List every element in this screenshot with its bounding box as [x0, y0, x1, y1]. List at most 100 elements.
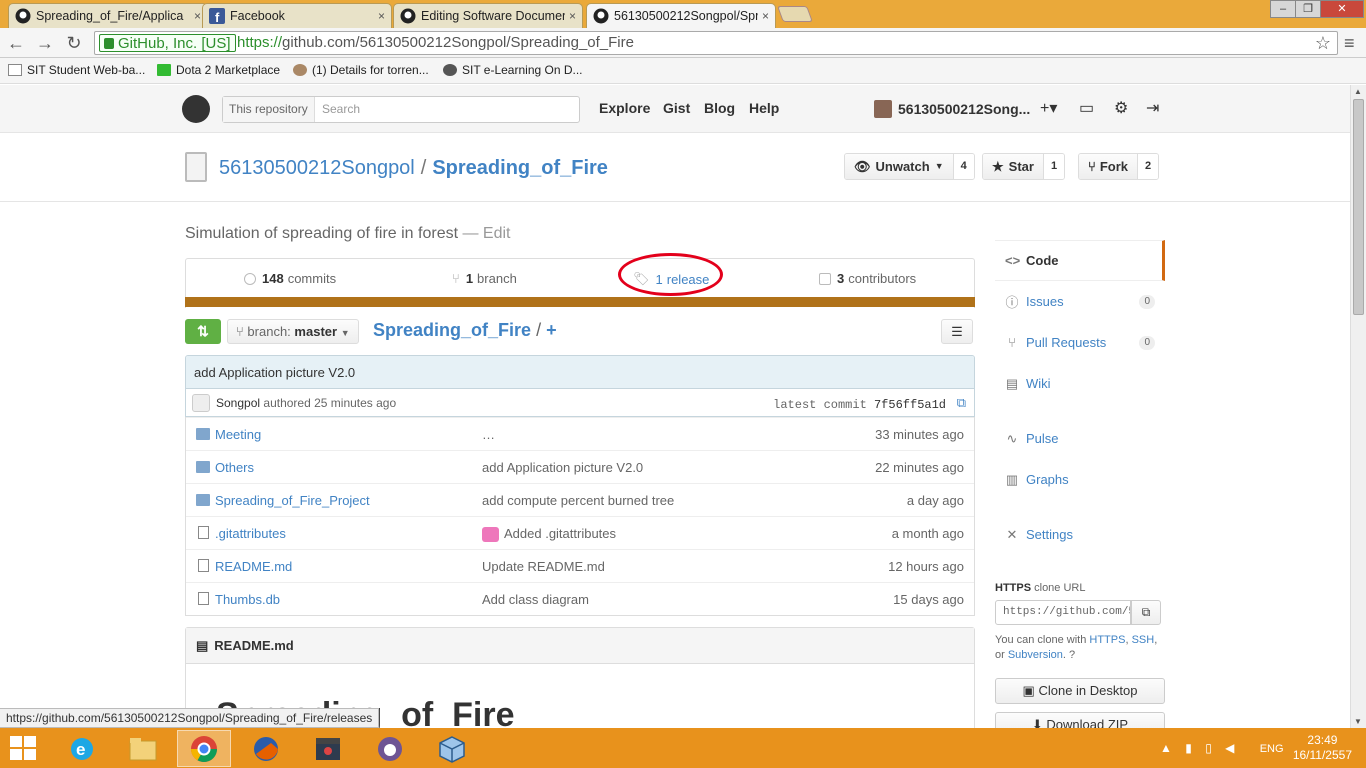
sidebar-item-settings[interactable]: ✕ Settings — [995, 514, 1165, 555]
file-name-link[interactable]: .gitattributes — [215, 526, 286, 541]
file-name-link[interactable]: Thumbs.db — [215, 592, 280, 607]
bookmark-item[interactable]: (1) Details for torren... — [293, 63, 429, 77]
ev-certificate-badge[interactable]: GitHub, Inc. [US] — [99, 34, 236, 52]
sidebar-item-wiki[interactable]: ▤ Wiki — [995, 363, 1165, 404]
bookmark-item[interactable]: SIT e-Learning On D... — [443, 63, 583, 77]
scroll-up-arrow-icon[interactable]: ▲ — [1354, 87, 1362, 96]
edit-description-link[interactable]: — Edit — [462, 225, 510, 242]
github-logo-icon[interactable] — [182, 95, 210, 123]
close-icon[interactable]: × — [762, 9, 769, 23]
bookmark-star-icon[interactable]: ☆ — [1315, 33, 1331, 54]
user-menu[interactable]: 56130500212Song... — [874, 100, 1030, 118]
language-bar[interactable] — [185, 297, 975, 307]
search-input[interactable]: This repository Search — [222, 96, 580, 123]
battery-icon[interactable]: ▮ — [1185, 741, 1192, 755]
maximize-button[interactable]: ❐ — [1295, 0, 1321, 18]
nav-explore[interactable]: Explore — [599, 100, 650, 116]
list-view-icon[interactable]: ☰ — [941, 319, 973, 344]
clipboard-icon[interactable]: ⧉ — [1131, 600, 1161, 625]
file-commit-message[interactable]: add compute percent burned tree — [482, 493, 674, 508]
new-file-button[interactable]: + — [546, 320, 557, 340]
file-commit-message[interactable]: … — [482, 427, 495, 442]
fork-count[interactable]: 2 — [1137, 154, 1159, 179]
sidebar-item-pulse[interactable]: ∿ Pulse — [995, 418, 1165, 459]
https-link[interactable]: HTTPS — [1089, 634, 1125, 646]
scrollbar[interactable]: ▲ ▼ — [1350, 85, 1366, 728]
clipboard-icon[interactable]: ⧉ — [957, 395, 966, 411]
commits-link[interactable]: 148 commits — [244, 271, 336, 286]
clone-url-input[interactable]: https://github.com/56130500212Songpol/Sp… — [995, 600, 1131, 625]
inbox-icon[interactable]: ▭ — [1079, 98, 1094, 118]
close-icon[interactable]: × — [194, 9, 201, 23]
file-commit-message[interactable]: Added .gitattributes — [504, 526, 616, 541]
sign-out-icon[interactable]: ⇥ — [1146, 98, 1159, 118]
gear-icon[interactable]: ⚙ — [1114, 98, 1128, 118]
nav-gist[interactable]: Gist — [663, 100, 690, 116]
fork-button[interactable]: ⑂ Fork 2 — [1078, 153, 1160, 180]
compare-button[interactable]: ⇅ — [185, 319, 221, 344]
file-explorer-icon[interactable] — [116, 730, 170, 767]
commit-author[interactable]: Songpol — [216, 396, 260, 410]
virtualbox-icon[interactable] — [425, 730, 479, 767]
repo-owner-link[interactable]: 56130500212Songpol — [219, 157, 415, 179]
help-icon[interactable]: ? — [1069, 649, 1075, 661]
ssh-link[interactable]: SSH — [1132, 634, 1155, 646]
firefox-icon[interactable] — [239, 730, 293, 767]
video-editor-icon[interactable] — [301, 730, 355, 767]
clock[interactable]: 23:49 16/11/2557 — [1293, 733, 1352, 763]
new-tab-button[interactable] — [777, 6, 813, 22]
commit-sha[interactable]: 7f56ff5a1d — [874, 398, 946, 412]
unwatch-button[interactable]: 👁 Unwatch ▼ 4 — [844, 153, 975, 180]
reload-icon[interactable]: ↻ — [62, 32, 86, 54]
file-name-link[interactable]: Meeting — [215, 427, 261, 442]
clone-in-desktop-button[interactable]: ▣ Clone in Desktop — [995, 678, 1165, 704]
back-arrow-icon[interactable]: ← — [4, 32, 28, 54]
sidebar-item-issues[interactable]: ⓘ Issues 0 — [995, 281, 1165, 322]
file-commit-message[interactable]: Update README.md — [482, 559, 605, 574]
branch-selector[interactable]: ⑂ branch: master ▼ — [227, 319, 359, 344]
commit-message[interactable]: add Application picture V2.0 — [186, 356, 974, 389]
bookmark-item[interactable]: Dota 2 Marketplace — [157, 63, 280, 77]
language-indicator[interactable]: ENG — [1260, 743, 1284, 755]
file-name-link[interactable]: Others — [215, 460, 254, 475]
nav-blog[interactable]: Blog — [704, 100, 735, 116]
watch-count[interactable]: 4 — [953, 154, 974, 179]
volume-icon[interactable]: ◀ — [1225, 741, 1234, 755]
plus-icon[interactable]: +▾ — [1040, 98, 1057, 118]
window-close-button[interactable]: ✕ — [1320, 0, 1364, 18]
forward-arrow-icon[interactable]: → — [33, 32, 57, 54]
star-count[interactable]: 1 — [1043, 154, 1065, 179]
menu-icon[interactable]: ≡ — [1344, 33, 1355, 54]
show-hidden-icons-icon[interactable]: ▲ — [1160, 741, 1172, 755]
github-desktop-icon[interactable] — [363, 730, 417, 767]
minimize-button[interactable]: – — [1270, 0, 1296, 18]
network-icon[interactable]: ▯ — [1205, 741, 1212, 755]
browser-tab-3[interactable]: Editing Software Documen × — [393, 3, 583, 28]
browser-tab-2[interactable]: f Facebook × — [202, 3, 392, 28]
browser-tab-active[interactable]: 56130500212Songpol/Spre × — [586, 3, 776, 28]
sidebar-item-code[interactable]: <> Code — [995, 240, 1165, 281]
chrome-icon[interactable] — [177, 730, 231, 767]
star-button[interactable]: ★ Star 1 — [982, 153, 1066, 180]
file-name-link[interactable]: Spreading_of_Fire_Project — [215, 493, 370, 508]
close-icon[interactable]: × — [378, 9, 385, 23]
download-zip-button[interactable]: ⬇ Download ZIP — [995, 712, 1165, 728]
sidebar-item-graphs[interactable]: ▥ Graphs — [995, 459, 1165, 500]
nav-help[interactable]: Help — [749, 100, 779, 116]
bookmark-item[interactable]: SIT Student Web-ba... — [8, 63, 145, 77]
sidebar-item-pull-requests[interactable]: ⑂ Pull Requests 0 — [995, 322, 1165, 363]
file-commit-message[interactable]: add Application picture V2.0 — [482, 460, 643, 475]
branches-link[interactable]: ⑂ 1 branch — [452, 271, 517, 286]
address-bar[interactable]: GitHub, Inc. [US] https://github.com/561… — [94, 31, 1338, 55]
file-commit-message[interactable]: Add class diagram — [482, 592, 589, 607]
subversion-link[interactable]: Subversion — [1008, 649, 1063, 661]
internet-explorer-icon[interactable]: e — [55, 730, 109, 767]
breadcrumb-repo[interactable]: Spreading_of_Fire — [373, 320, 531, 340]
scrollbar-thumb[interactable] — [1353, 99, 1364, 315]
file-name-link[interactable]: README.md — [215, 559, 292, 574]
url-text[interactable]: https://github.com/56130500212Songpol/Sp… — [237, 34, 634, 52]
close-icon[interactable]: × — [569, 9, 576, 23]
windows-start-icon[interactable] — [10, 736, 38, 762]
browser-tab-1[interactable]: Spreading_of_Fire/Applica × — [8, 3, 208, 28]
repo-name-link[interactable]: Spreading_of_Fire — [432, 157, 608, 179]
